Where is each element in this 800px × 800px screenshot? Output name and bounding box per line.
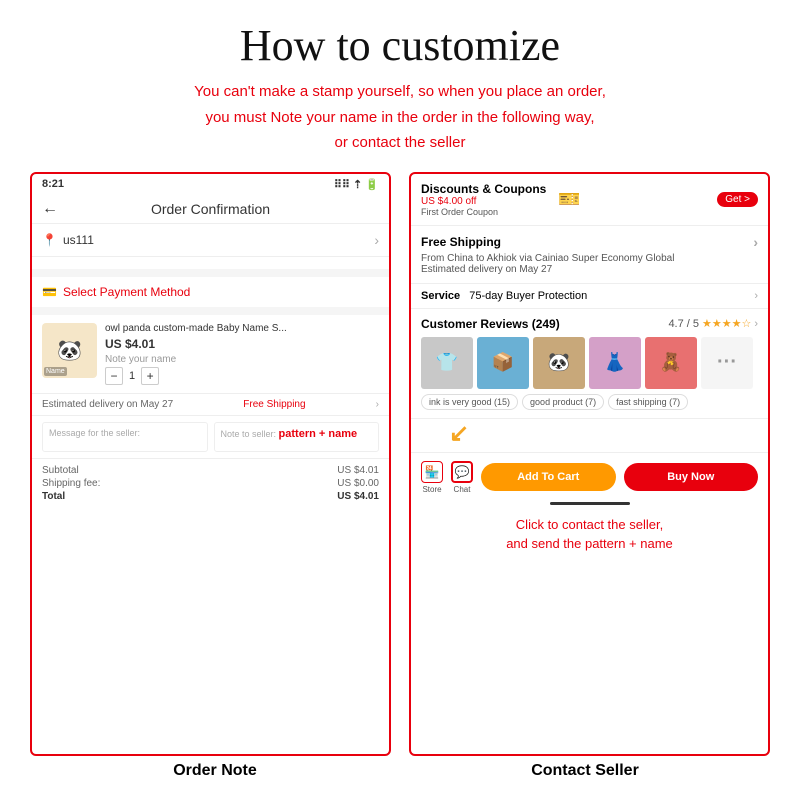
shipping-row: Shipping fee: US $0.00 — [42, 478, 379, 489]
quantity-row: − 1 + — [105, 367, 379, 385]
review-img-4: 👗 — [589, 337, 641, 389]
product-note: Note your name — [105, 354, 379, 365]
review-img-2: 📦 — [477, 337, 529, 389]
store-label: Store — [422, 485, 441, 494]
bottom-bar-container: 🏪 Store 💬 Chat Add To Cart Buy Now — [411, 452, 768, 509]
yellow-arrow: ↙ — [449, 419, 469, 448]
status-icons: ⠿⠿ ⇡ 🔋 — [334, 178, 379, 191]
reviews-title: Customer Reviews (249) — [421, 317, 560, 331]
right-panel: Discounts & Coupons US $4.00 off First O… — [409, 172, 770, 757]
qty-decrease[interactable]: − — [105, 367, 123, 385]
right-instruction: Click to contact the seller, and send th… — [411, 509, 768, 560]
subtotal-row: Subtotal US $4.01 — [42, 465, 379, 476]
shipping-est: Estimated delivery on May 27 — [421, 264, 758, 275]
reviews-rating: 4.7 / 5 ★★★★☆ › — [668, 317, 758, 330]
shipping-fee-value: US $0.00 — [337, 478, 379, 489]
product-name: owl panda custom-made Baby Name S... — [105, 323, 379, 334]
free-shipping-label: Free Shipping — [243, 399, 305, 410]
product-info: owl panda custom-made Baby Name S... US … — [105, 323, 379, 385]
coupon-text: US $4.00 off — [421, 196, 546, 207]
review-images: 👕 📦 🐼 👗 🧸 ··· — [421, 337, 758, 389]
left-panel: 8:21 ⠿⠿ ⇡ 🔋 ← Order Confirmation 📍 us111… — [30, 172, 391, 757]
shipping-fee-label: Shipping fee: — [42, 478, 100, 489]
address-extra — [32, 257, 389, 277]
reviews-chevron-icon: › — [754, 318, 758, 330]
buy-now-button[interactable]: Buy Now — [624, 463, 759, 491]
total-label: Total — [42, 491, 65, 502]
payment-row[interactable]: 💳 Select Payment Method — [32, 277, 389, 315]
message-for-seller[interactable]: Message for the seller: — [42, 422, 208, 452]
address-chevron-icon: › — [374, 232, 379, 248]
address-text: us111 — [63, 233, 94, 247]
review-img-5: 🧸 — [645, 337, 697, 389]
product-section: 🐼 Name owl panda custom-made Baby Name S… — [32, 315, 389, 394]
note-label: Note to seller: — [221, 429, 277, 439]
chat-icon[interactable]: 💬 — [451, 461, 473, 483]
review-tag-3[interactable]: fast shipping (7) — [608, 394, 688, 410]
home-indicator — [550, 502, 630, 505]
message-label: Message for the seller: — [49, 428, 140, 438]
totals-section: Subtotal US $4.01 Shipping fee: US $0.00… — [32, 459, 389, 510]
status-bar: 8:21 ⠿⠿ ⇡ 🔋 — [32, 174, 389, 195]
payment-icon: 💳 — [42, 285, 57, 299]
chat-label: Chat — [454, 485, 471, 494]
delivery-text: Estimated delivery on May 27 — [42, 399, 173, 410]
address-icon: 📍 — [42, 233, 57, 247]
store-icon-group: 🏪 Store — [421, 461, 443, 494]
back-button[interactable]: ← — [42, 200, 58, 218]
reviews-section: Customer Reviews (249) 4.7 / 5 ★★★★☆ › 👕… — [411, 309, 768, 419]
service-value: 75-day Buyer Protection — [469, 290, 587, 302]
coupon-icon: 🎫 — [558, 189, 580, 210]
discount-title: Discounts & Coupons — [421, 182, 546, 196]
review-img-more: ··· — [701, 337, 753, 389]
order-note-label: Order Note — [30, 762, 400, 780]
service-section: Service 75-day Buyer Protection › — [411, 284, 768, 309]
coupon-sub: First Order Coupon — [421, 207, 546, 217]
total-value: US $4.01 — [337, 491, 379, 502]
nav-title: Order Confirmation — [151, 201, 270, 217]
status-time: 8:21 — [42, 178, 64, 190]
add-to-cart-button[interactable]: Add To Cart — [481, 463, 616, 491]
contact-seller-label: Contact Seller — [400, 762, 770, 780]
bottom-bar: 🏪 Store 💬 Chat Add To Cart Buy Now — [411, 452, 768, 502]
stars: ★★★★☆ — [702, 317, 751, 330]
shipping-title: Free Shipping — [421, 235, 501, 249]
service-label: Service — [421, 290, 460, 302]
shipping-from: From China to Akhiok via Cainiao Super E… — [421, 253, 758, 264]
qty-value: 1 — [129, 370, 135, 382]
product-image: 🐼 Name — [42, 323, 97, 378]
store-icon[interactable]: 🏪 — [421, 461, 443, 483]
review-img-1: 👕 — [421, 337, 473, 389]
total-row: Total US $4.01 — [42, 491, 379, 502]
get-coupon-button[interactable]: Get > — [717, 192, 758, 207]
review-img-3: 🐼 — [533, 337, 585, 389]
delivery-row: Estimated delivery on May 27 Free Shippi… — [32, 394, 389, 416]
subtotal-label: Subtotal — [42, 465, 79, 476]
discount-section: Discounts & Coupons US $4.00 off First O… — [411, 174, 768, 226]
note-to-seller[interactable]: Note to seller: pattern + name — [214, 422, 380, 452]
subtitle: You can't make a stamp yourself, so when… — [194, 79, 606, 156]
subtotal-value: US $4.01 — [337, 465, 379, 476]
message-section: Message for the seller: Note to seller: … — [32, 416, 389, 459]
review-tag-2[interactable]: good product (7) — [522, 394, 604, 410]
delivery-chevron-icon: › — [376, 399, 379, 410]
main-title: How to customize — [240, 20, 560, 71]
arrow-wrapper: ↙ — [411, 419, 768, 452]
panel-labels: Order Note Contact Seller — [30, 762, 770, 780]
chat-icon-group[interactable]: 💬 Chat — [451, 461, 473, 494]
shipping-section: Free Shipping › From China to Akhiok via… — [411, 226, 768, 284]
phone-nav: ← Order Confirmation — [32, 195, 389, 224]
shipping-chevron-icon: › — [753, 234, 758, 250]
review-tags: ink is very good (15) good product (7) f… — [421, 394, 758, 410]
address-row[interactable]: 📍 us111 › — [32, 224, 389, 257]
qty-increase[interactable]: + — [141, 367, 159, 385]
payment-label: Select Payment Method — [63, 285, 190, 299]
note-value: pattern + name — [279, 428, 358, 440]
phone-screen: 8:21 ⠿⠿ ⇡ 🔋 ← Order Confirmation 📍 us111… — [32, 174, 389, 755]
review-tag-1[interactable]: ink is very good (15) — [421, 394, 518, 410]
service-chevron-icon: › — [754, 290, 758, 302]
product-price: US $4.01 — [105, 337, 379, 351]
